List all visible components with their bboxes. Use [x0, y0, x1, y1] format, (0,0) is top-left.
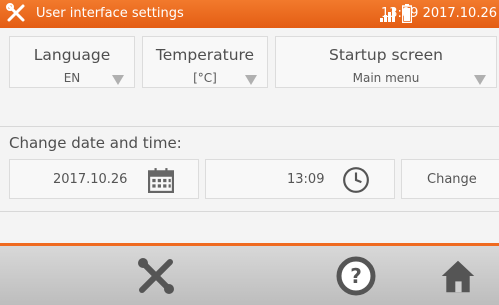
tools-icon[interactable]: [136, 256, 176, 296]
chevron-down-icon: [112, 75, 124, 85]
date-value: 2017.10.26: [53, 172, 128, 187]
tools-icon[interactable]: [6, 3, 26, 23]
section-title: Change date and time:: [9, 134, 182, 152]
clock-icon: [343, 167, 369, 193]
date-field[interactable]: 2017.10.26: [9, 159, 199, 199]
help-icon[interactable]: ?: [336, 256, 376, 296]
divider: [0, 126, 499, 127]
time-field[interactable]: 13:09: [205, 159, 395, 199]
language-dropdown[interactable]: Language EN: [9, 36, 135, 88]
startup-screen-dropdown[interactable]: Startup screen Main menu: [275, 36, 497, 88]
bottom-toolbar: ?: [0, 246, 499, 305]
startup-screen-value: Main menu: [352, 71, 420, 85]
temperature-dropdown[interactable]: Temperature [°C]: [142, 36, 268, 88]
svg-text:?: ?: [350, 264, 362, 288]
change-button[interactable]: Change: [401, 159, 499, 199]
chevron-down-icon: [474, 75, 486, 85]
settings-panel: Language EN Temperature [°C] Startup scr…: [0, 28, 499, 243]
calendar-icon: [148, 168, 174, 193]
divider: [0, 211, 499, 212]
temperature-label: Temperature: [155, 46, 255, 64]
startup-screen-label: Startup screen: [329, 46, 443, 64]
chevron-down-icon: [245, 75, 257, 85]
home-icon[interactable]: [440, 256, 476, 296]
time-value: 13:09: [287, 172, 325, 187]
language-label: Language: [33, 46, 111, 64]
change-button-label: Change: [427, 172, 477, 187]
window-title: User interface settings: [36, 6, 184, 21]
status-bar: User interface settings 13:09 2017.10.26: [0, 0, 499, 28]
clock-readout: 13:09 2017.10.26: [380, 6, 497, 21]
